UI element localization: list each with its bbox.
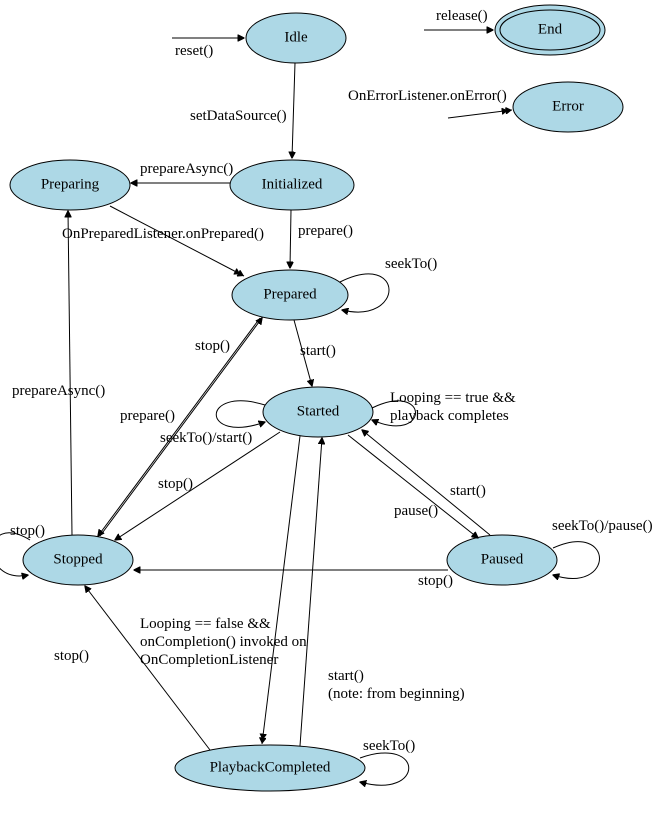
state-playback-completed: PlaybackCompleted — [175, 745, 365, 791]
edge-pbc-started-l2: (note: from beginning) — [328, 686, 465, 702]
edge-started-self-seek — [216, 401, 265, 427]
edge-onerror-error-label: OnErrorListener.onError() — [348, 88, 507, 104]
state-prepared: Prepared — [232, 270, 348, 320]
state-initialized-label: Initialized — [262, 176, 323, 192]
edge-started-stopped — [115, 432, 280, 540]
edge-pbc-stopped — [85, 586, 210, 750]
edge-preparing-prepared-label: OnPreparedListener.onPrepared() — [62, 226, 264, 242]
state-playback-completed-label: PlaybackCompleted — [210, 759, 331, 775]
edge-idle-initialized — [292, 63, 295, 158]
edge-started-pbc — [262, 436, 300, 744]
state-preparing: Preparing — [10, 160, 130, 210]
edge-initialized-prepared-label: prepare() — [298, 223, 353, 239]
edge-started-self-loop-l2: playback completes — [390, 408, 509, 424]
edge-started-self-seek-label: seekTo()/start() — [160, 430, 252, 446]
edge-paused-self-label: seekTo()/pause() — [552, 518, 653, 534]
state-end: End — [495, 5, 605, 55]
state-diagram: Idle End Error Initialized Preparing Pre… — [0, 0, 665, 813]
state-stopped: Stopped — [23, 535, 133, 585]
state-error-label: Error — [552, 98, 584, 114]
edge-stopped-self-label: stop() — [10, 523, 45, 539]
edge-idle-initialized-label: setDataSource() — [190, 108, 287, 124]
state-idle-label: Idle — [284, 29, 308, 45]
state-paused: Paused — [447, 535, 557, 585]
edge-started-paused-label: pause() — [394, 503, 438, 519]
state-preparing-label: Preparing — [41, 176, 100, 192]
edge-started-pbc-l3: OnCompletionListener — [140, 652, 278, 668]
edge-paused-self — [553, 542, 600, 579]
edge-pbc-started-l1: start() — [328, 668, 364, 684]
edge-pbc-stopped-label: stop() — [54, 648, 89, 664]
edge-stopped-preparing — [68, 211, 72, 535]
edge-prepared-started-label: start() — [300, 343, 336, 359]
state-prepared-label: Prepared — [263, 286, 317, 302]
edge-started-pbc-l1: Looping == false && — [140, 616, 271, 632]
edge-initialized-preparing-label: prepareAsync() — [140, 161, 233, 177]
edge-reset-idle-label: reset() — [175, 43, 213, 59]
state-paused-label: Paused — [481, 551, 524, 567]
edge-prepared-self-label: seekTo() — [385, 256, 437, 272]
edge-onerror-error — [448, 110, 512, 118]
state-error: Error — [513, 82, 623, 132]
state-end-label: End — [538, 21, 563, 37]
state-started-label: Started — [297, 403, 340, 419]
edge-prepared-stopped-label: stop() — [195, 338, 230, 354]
edge-paused-stopped-label: stop() — [418, 573, 453, 589]
state-initialized: Initialized — [230, 160, 354, 210]
edge-pbc-self-label: seekTo() — [363, 738, 415, 754]
edge-pbc-started — [300, 438, 322, 746]
state-idle: Idle — [246, 13, 346, 63]
edge-started-self-loop-l1: Looping == true && — [390, 390, 516, 406]
edge-stopped-prepared-label: prepare() — [120, 408, 175, 424]
edge-stopped-preparing-label: prepareAsync() — [12, 383, 105, 399]
state-stopped-label: Stopped — [53, 551, 103, 567]
edge-paused-started-label: start() — [450, 483, 486, 499]
edge-initialized-prepared — [290, 210, 291, 268]
state-started: Started — [263, 387, 373, 437]
edge-pbc-self — [360, 753, 409, 785]
edge-release-end-label: release() — [436, 8, 488, 24]
edge-started-pbc-l2: onCompletion() invoked on — [140, 634, 307, 650]
edge-started-stopped-label: stop() — [158, 476, 193, 492]
